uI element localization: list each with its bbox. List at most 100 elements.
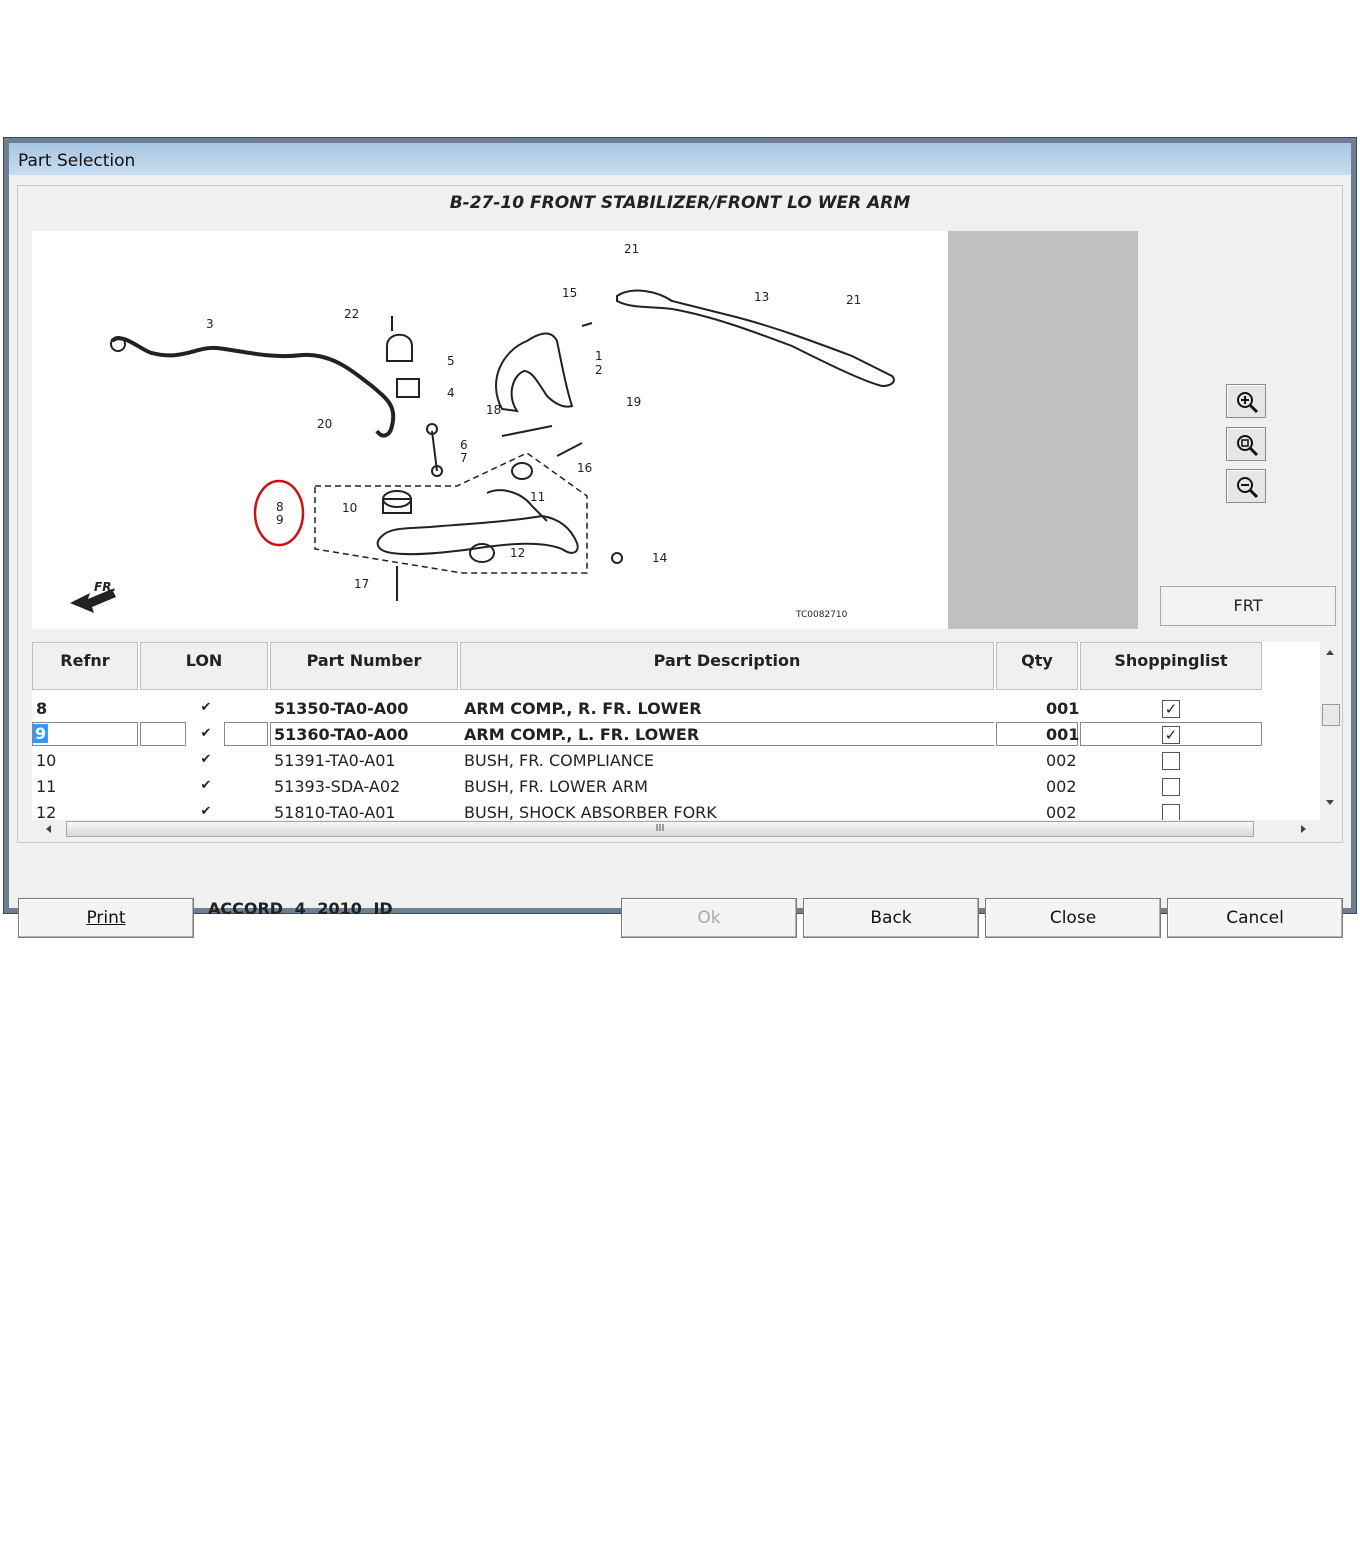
- cell-lon: ✔: [188, 801, 224, 820]
- zoom-in-icon: [1237, 392, 1259, 414]
- scroll-left-icon[interactable]: [40, 820, 58, 838]
- cell-lon: ✔: [188, 697, 224, 719]
- callout-13: 13: [754, 290, 769, 304]
- window-title: Part Selection: [18, 151, 136, 171]
- callout-4: 4: [447, 386, 455, 400]
- column-header-part-number[interactable]: Part Number: [270, 642, 458, 690]
- callout-15: 15: [562, 286, 577, 300]
- window-client: B-27-10 FRONT STABILIZER/FRONT LO WER AR…: [9, 175, 1351, 938]
- shoppinglist-checkbox[interactable]: ✓: [1162, 700, 1180, 718]
- back-button[interactable]: Back: [803, 898, 979, 938]
- zoom-out-icon: [1237, 477, 1259, 499]
- callout-14: 14: [652, 551, 667, 565]
- cell-part-number: 51350-TA0-A00: [274, 699, 409, 718]
- cell-description: ARM COMP., R. FR. LOWER: [464, 699, 702, 718]
- print-label: Print: [86, 908, 126, 928]
- scroll-down-icon[interactable]: [1320, 792, 1340, 812]
- cell-description: BUSH, SHOCK ABSORBER FORK: [464, 803, 717, 820]
- callout-3: 3: [206, 317, 214, 331]
- cell-refnr: 10: [36, 751, 57, 770]
- zoom-fit-button[interactable]: [1226, 427, 1266, 461]
- callout-10: 10: [342, 501, 357, 515]
- cell-lon: ✔: [188, 723, 224, 745]
- table-row[interactable]: 8 ✔ 51350-TA0-A00 ARM COMP., R. FR. LOWE…: [32, 696, 1272, 722]
- ok-label: Ok: [697, 908, 721, 928]
- column-header-shoppinglist[interactable]: Shoppinglist: [1080, 642, 1262, 690]
- shoppinglist-checkbox[interactable]: [1162, 804, 1180, 820]
- diagram-title: B-27-10 FRONT STABILIZER/FRONT LO WER AR…: [449, 193, 911, 213]
- cell-description: BUSH, FR. COMPLIANCE: [464, 751, 655, 770]
- column-header-refnr[interactable]: Refnr: [32, 642, 138, 690]
- column-header-qty[interactable]: Qty: [996, 642, 1078, 690]
- cell-part-number: 51360-TA0-A00: [274, 725, 409, 744]
- vertical-scrollbar[interactable]: [1320, 642, 1340, 820]
- cell-qty: 002: [1046, 751, 1077, 770]
- cell-qty: 001: [1046, 699, 1080, 718]
- cell-description: ARM COMP., L. FR. LOWER: [464, 725, 700, 744]
- cancel-button[interactable]: Cancel: [1167, 898, 1343, 938]
- parts-grid: Refnr LON Part Number Part Description Q…: [32, 642, 1320, 838]
- close-button[interactable]: Close: [985, 898, 1161, 938]
- back-label: Back: [870, 908, 912, 928]
- shoppinglist-checkbox[interactable]: ✓: [1162, 726, 1180, 744]
- cell-refnr: 8: [36, 699, 48, 718]
- cell-refnr: 9: [33, 724, 49, 743]
- cell-description: BUSH, FR. LOWER ARM: [464, 777, 648, 796]
- part-selection-window: Part Selection B-27-10 FRONT STABILIZER/…: [3, 137, 1357, 938]
- diagram-group: B-27-10 FRONT STABILIZER/FRONT LO WER AR…: [17, 185, 1343, 843]
- cell-refnr: 11: [36, 777, 57, 796]
- callout-8: 8: [276, 500, 284, 514]
- vehicle-info: ACCORD 4 2010 ID: [208, 899, 393, 918]
- cancel-label: Cancel: [1226, 908, 1284, 928]
- table-row[interactable]: 11 ✔ 51393-SDA-A02 BUSH, FR. LOWER ARM 0…: [32, 774, 1272, 800]
- ok-button[interactable]: Ok: [621, 898, 797, 938]
- shoppinglist-checkbox[interactable]: [1162, 778, 1180, 796]
- diagram-code: TC0082710: [795, 610, 848, 620]
- callout-2: 2: [595, 363, 603, 377]
- callout-22: 22: [344, 307, 359, 321]
- vertical-scroll-thumb[interactable]: [1322, 704, 1340, 726]
- callout-21a: 21: [624, 242, 639, 256]
- cell-qty: 002: [1046, 803, 1077, 820]
- parts-diagram[interactable]: 21 15 13 21 3 22 5 4 1 2 19 18 20 6 7 16…: [32, 231, 948, 629]
- column-header-lon[interactable]: LON: [140, 642, 268, 690]
- scroll-up-icon[interactable]: [1320, 642, 1340, 662]
- cell-part-number: 51393-SDA-A02: [274, 777, 401, 796]
- callout-9: 9: [276, 513, 284, 527]
- frt-button[interactable]: FRT: [1160, 586, 1336, 626]
- table-row[interactable]: 12 ✔ 51810-TA0-A01 BUSH, SHOCK ABSORBER …: [32, 800, 1272, 820]
- callout-1: 1: [595, 349, 603, 363]
- cell-qty: 001: [1046, 725, 1080, 744]
- callout-11: 11: [530, 490, 545, 504]
- callout-21b: 21: [846, 293, 861, 307]
- cell-qty: 002: [1046, 777, 1077, 796]
- callout-6: 6: [460, 438, 468, 452]
- callout-5: 5: [447, 354, 455, 368]
- callout-7: 7: [460, 451, 468, 465]
- callout-19: 19: [626, 395, 641, 409]
- cell-refnr: 12: [36, 803, 57, 820]
- callout-17: 17: [354, 577, 369, 591]
- callout-18: 18: [486, 403, 501, 417]
- callout-12: 12: [510, 546, 525, 560]
- column-header-part-description[interactable]: Part Description: [460, 642, 994, 690]
- table-row[interactable]: 10 ✔ 51391-TA0-A01 BUSH, FR. COMPLIANCE …: [32, 748, 1272, 774]
- cell-lon: ✔: [188, 749, 224, 771]
- scroll-right-icon[interactable]: [1294, 820, 1312, 838]
- cell-lon: ✔: [188, 775, 224, 797]
- shoppinglist-checkbox[interactable]: [1162, 752, 1180, 770]
- parts-diagram-drawing: 21 15 13 21 3 22 5 4 1 2 19 18 20 6 7 16…: [70, 242, 895, 620]
- zoom-in-button[interactable]: [1226, 384, 1266, 418]
- zoom-fit-icon: [1237, 435, 1259, 457]
- table-row-selected[interactable]: 9 ✔ 51360-TA0-A00 ARM COMP., L. FR. LOWE…: [32, 722, 1272, 748]
- title-bar[interactable]: Part Selection: [9, 143, 1351, 175]
- zoom-out-button[interactable]: [1226, 469, 1266, 503]
- fr-direction-label: FR.: [94, 580, 116, 594]
- horizontal-scroll-thumb[interactable]: III: [66, 821, 1254, 837]
- close-label: Close: [1049, 908, 1097, 928]
- horizontal-scrollbar[interactable]: III: [32, 820, 1320, 838]
- print-button[interactable]: Print: [18, 898, 194, 938]
- diagram-side-panel: [948, 231, 1138, 629]
- callout-16: 16: [577, 461, 592, 475]
- cell-part-number: 51391-TA0-A01: [274, 751, 396, 770]
